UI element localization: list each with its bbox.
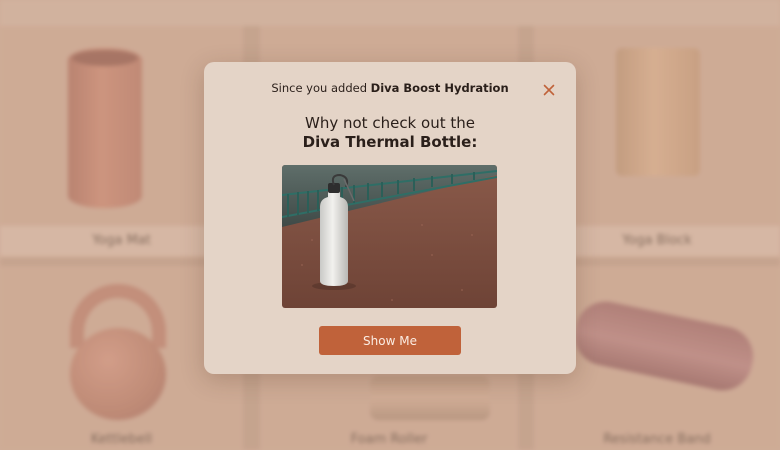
upsell-modal: Since you added Diva Boost Hydration Why…: [204, 62, 576, 374]
modal-header: Since you added Diva Boost Hydration: [204, 81, 576, 95]
header-prefix: Since you added: [271, 81, 371, 95]
heading-line-1: Why not check out the: [305, 114, 475, 132]
added-product-name: Diva Boost Hydration: [370, 81, 509, 95]
close-icon: [543, 84, 555, 96]
heading-product-name: Diva Thermal Bottle:: [302, 133, 478, 151]
show-me-button[interactable]: Show Me: [319, 326, 461, 355]
modal-heading: Why not check out the Diva Thermal Bottl…: [204, 114, 576, 152]
water-bottle-photo: [282, 165, 497, 308]
close-button[interactable]: [542, 82, 556, 96]
bottle-photo-svg: [282, 165, 497, 308]
